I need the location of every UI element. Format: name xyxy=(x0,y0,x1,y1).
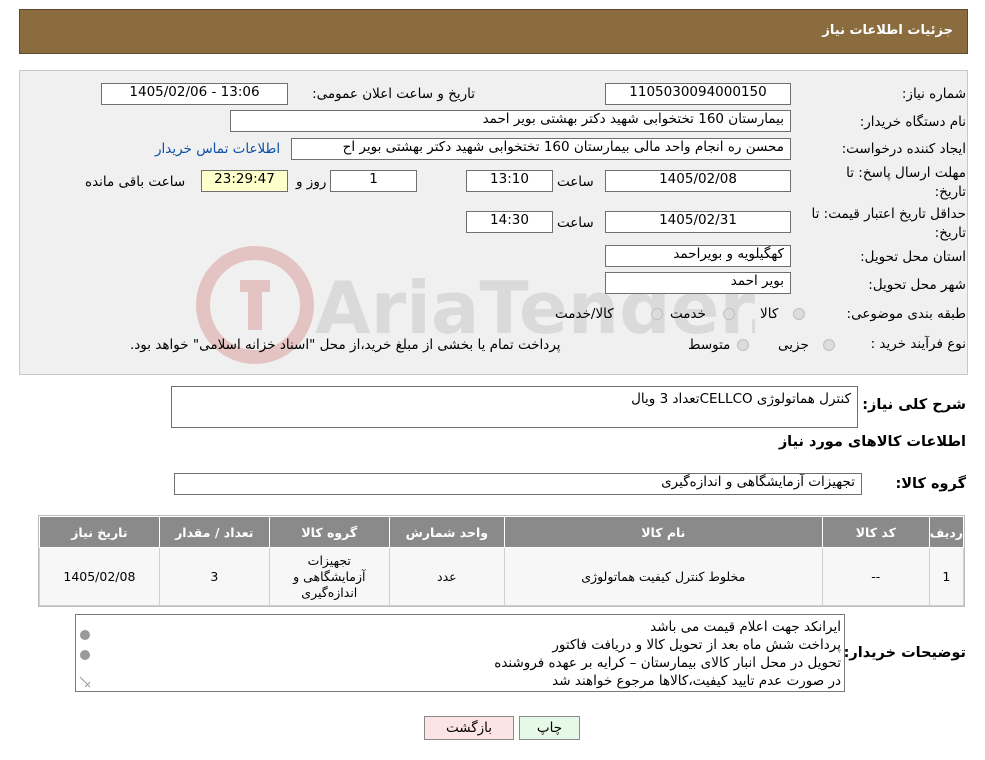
validity-label: حداقل تاریخ اعتبار قیمت: تا xyxy=(811,206,966,222)
requester-label: ایجاد کننده درخواست: xyxy=(841,141,966,157)
resize-grip-icon xyxy=(79,676,91,688)
purchase-note: پرداخت تمام یا بخشی از مبلغ خرید،از محل … xyxy=(130,337,561,353)
radio-goods[interactable] xyxy=(793,308,805,320)
radio-service-label: خدمت xyxy=(670,306,706,322)
city-field: بویر احمد xyxy=(605,272,791,294)
remaining-time-field: 23:29:47 xyxy=(201,170,288,192)
validity-label-2: تاریخ: xyxy=(934,225,966,241)
radio-medium[interactable] xyxy=(737,339,749,351)
goods-section-title: اطلاعات کالاهای مورد نیاز xyxy=(778,434,966,450)
note-line-4: در صورت عدم تایید کیفیت،کالاها مرجوع خوا… xyxy=(552,673,841,689)
validity-date-field: 1405/02/31 xyxy=(605,211,791,233)
note-line-2: پرداخت شش ماه بعد از تحویل کالا و دریافت… xyxy=(552,637,841,653)
deadline-time-label: ساعت xyxy=(557,174,594,190)
print-button[interactable]: چاپ xyxy=(519,716,580,740)
days-field: 1 xyxy=(330,170,417,192)
validity-time-field: 14:30 xyxy=(466,211,553,233)
deadline-label-2: تاریخ: xyxy=(934,184,966,200)
purchase-type-label: نوع فرآیند خرید : xyxy=(870,336,966,352)
description-label: شرح کلی نیاز: xyxy=(862,397,966,413)
col-date: تاریخ نیاز xyxy=(39,516,160,548)
notes-scrollbar[interactable] xyxy=(76,615,93,691)
buyer-org-field: بیمارستان 160 تختخوابی شهید دکتر بهشتی ب… xyxy=(230,110,791,132)
goods-group-label: گروه کالا: xyxy=(895,476,966,492)
remaining-label: ساعت باقی مانده xyxy=(85,174,186,190)
buyer-org-label: نام دستگاه خریدار: xyxy=(859,114,966,130)
radio-goods-label: کالا xyxy=(760,306,779,322)
goods-group-field: تجهیزات آزمایشگاهی و اندازه‌گیری xyxy=(174,473,862,495)
announce-label: تاریخ و ساعت اعلان عمومی: xyxy=(312,86,475,102)
need-number-field: 1105030094000150 xyxy=(605,83,791,105)
col-name: نام کالا xyxy=(503,516,823,548)
col-group: گروه کالا xyxy=(268,516,390,548)
items-table: ردیف کد کالا نام کالا واحد شمارش گروه کا… xyxy=(39,516,965,606)
radio-goods-service[interactable] xyxy=(651,308,663,320)
table-header-row: ردیف کد کالا نام کالا واحد شمارش گروه کا… xyxy=(39,516,965,548)
table-row: 1 -- مخلوط کنترل کیفیت هماتولوژی عدد تجه… xyxy=(39,547,965,606)
cell-date: 1405/02/08 xyxy=(39,547,160,606)
note-line-1: ایرانکد جهت اعلام قیمت می باشد xyxy=(650,619,841,635)
province-label: استان محل تحویل: xyxy=(860,249,966,265)
back-button[interactable]: بازگشت xyxy=(424,716,514,740)
radio-minor[interactable] xyxy=(823,339,835,351)
radio-minor-label: جزیی xyxy=(778,337,809,353)
radio-medium-label: متوسط xyxy=(688,337,731,353)
category-label: طبقه بندی موضوعی: xyxy=(846,306,966,322)
deadline-time-field: 13:10 xyxy=(466,170,553,192)
need-number-label: شماره نیاز: xyxy=(901,86,966,102)
radio-service[interactable] xyxy=(723,308,735,320)
cell-unit: عدد xyxy=(388,547,505,606)
description-field[interactable]: کنترل هماتولوژی CELLCOتعداد 3 ویال xyxy=(171,386,858,428)
scroll-thumb-icon xyxy=(80,650,90,660)
days-label: روز و xyxy=(296,174,327,190)
city-label: شهر محل تحویل: xyxy=(868,277,966,293)
cell-group-line-2: آزمایشگاهی و xyxy=(293,568,366,584)
cell-group-line-1: تجهیزات xyxy=(307,552,351,568)
col-row: ردیف xyxy=(928,516,965,548)
cell-group: تجهیزات آزمایشگاهی و اندازه‌گیری xyxy=(268,547,390,606)
buyer-notes-box[interactable]: ایرانکد جهت اعلام قیمت می باشد پرداخت شش… xyxy=(75,614,845,692)
radio-goods-service-label: کالا/خدمت xyxy=(555,306,614,322)
col-code: کد کالا xyxy=(821,516,930,548)
scroll-up-icon xyxy=(80,630,90,640)
buyer-contact-link[interactable]: اطلاعات تماس خریدار xyxy=(155,141,280,157)
requester-field: محسن ره انجام واحد مالی بیمارستان 160 تخ… xyxy=(291,138,791,160)
col-unit: واحد شمارش xyxy=(388,516,505,548)
cell-qty: 3 xyxy=(158,547,270,606)
validity-time-label: ساعت xyxy=(557,215,594,231)
deadline-date-field: 1405/02/08 xyxy=(605,170,791,192)
page-title: جزئیات اطلاعات نیاز xyxy=(822,23,953,38)
cell-code: -- xyxy=(821,547,930,606)
page-header: جزئیات اطلاعات نیاز xyxy=(19,9,968,54)
deadline-label: مهلت ارسال پاسخ: تا xyxy=(846,165,966,181)
announce-field: 1405/02/06 - 13:06 xyxy=(101,83,288,105)
note-line-3: تحویل در محل انبار کالای بیمارستان – کرا… xyxy=(494,655,841,671)
province-field: کهگیلویه و بویراحمد xyxy=(605,245,791,267)
cell-group-line-3: اندازه‌گیری xyxy=(301,584,358,600)
col-qty: تعداد / مقدار xyxy=(158,516,270,548)
buyer-notes-label: توضیحات خریدار: xyxy=(843,645,966,661)
cell-row: 1 xyxy=(928,547,965,606)
cell-name: مخلوط کنترل کیفیت هماتولوژی xyxy=(503,547,823,606)
